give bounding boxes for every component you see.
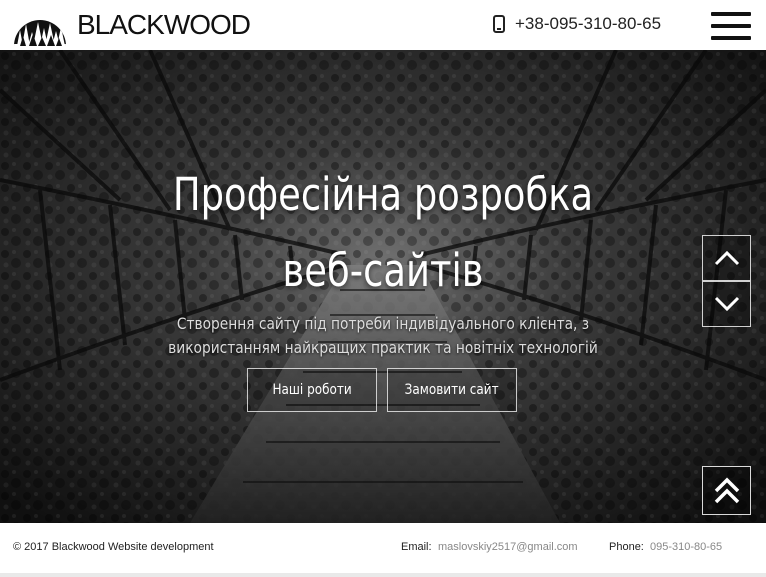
- hero-section: Професійна розробка веб-сайтів Створення…: [0, 50, 766, 523]
- header-phone-link[interactable]: +38-095-310-80-65: [493, 14, 661, 34]
- forest-logo-icon: [14, 20, 66, 46]
- smartphone-icon: [493, 15, 505, 33]
- hamburger-menu-icon[interactable]: [711, 12, 751, 40]
- menu-bar: [711, 24, 751, 28]
- email-link[interactable]: maslovskiy2517@gmail.com: [438, 541, 578, 553]
- hero-subtitle-line-2: використанням найкращих практик та новіт…: [168, 338, 598, 357]
- phone-label: Phone:: [609, 541, 644, 553]
- order-site-button[interactable]: Замовити сайт: [387, 368, 517, 412]
- menu-bar: [711, 36, 751, 40]
- slide-prev-button[interactable]: [702, 235, 751, 281]
- brand-name: BLACKWOOD: [77, 9, 251, 40]
- slide-next-button[interactable]: [702, 281, 751, 327]
- order-site-button-label: Замовити сайт: [405, 382, 499, 398]
- menu-bar: [711, 12, 751, 16]
- site-header: BLACKWOOD +38-095-310-80-65: [0, 0, 766, 50]
- hero-subtitle-line-1: Створення сайту під потреби індивідуальн…: [176, 314, 590, 333]
- chevron-up-icon: [714, 250, 739, 266]
- scroll-to-top-button[interactable]: [702, 466, 751, 515]
- site-footer: © 2017 Blackwood Website development Ema…: [0, 523, 766, 577]
- email-label: Email:: [401, 541, 432, 553]
- chevron-down-icon: [714, 296, 739, 312]
- footer-phone-link[interactable]: 095-310-80-65: [650, 541, 722, 553]
- brand-logo-link[interactable]: BLACKWOOD: [12, 4, 251, 46]
- copyright-text: © 2017 Blackwood Website development: [13, 541, 214, 553]
- our-works-button[interactable]: Наші роботи: [247, 368, 377, 412]
- hero-title-line-1: Професійна розробка: [172, 168, 594, 221]
- our-works-button-label: Наші роботи: [272, 382, 352, 398]
- double-chevron-up-icon: [714, 477, 739, 503]
- hero-title-line-2: веб-сайтів: [282, 244, 484, 297]
- header-phone-number: +38-095-310-80-65: [515, 14, 662, 33]
